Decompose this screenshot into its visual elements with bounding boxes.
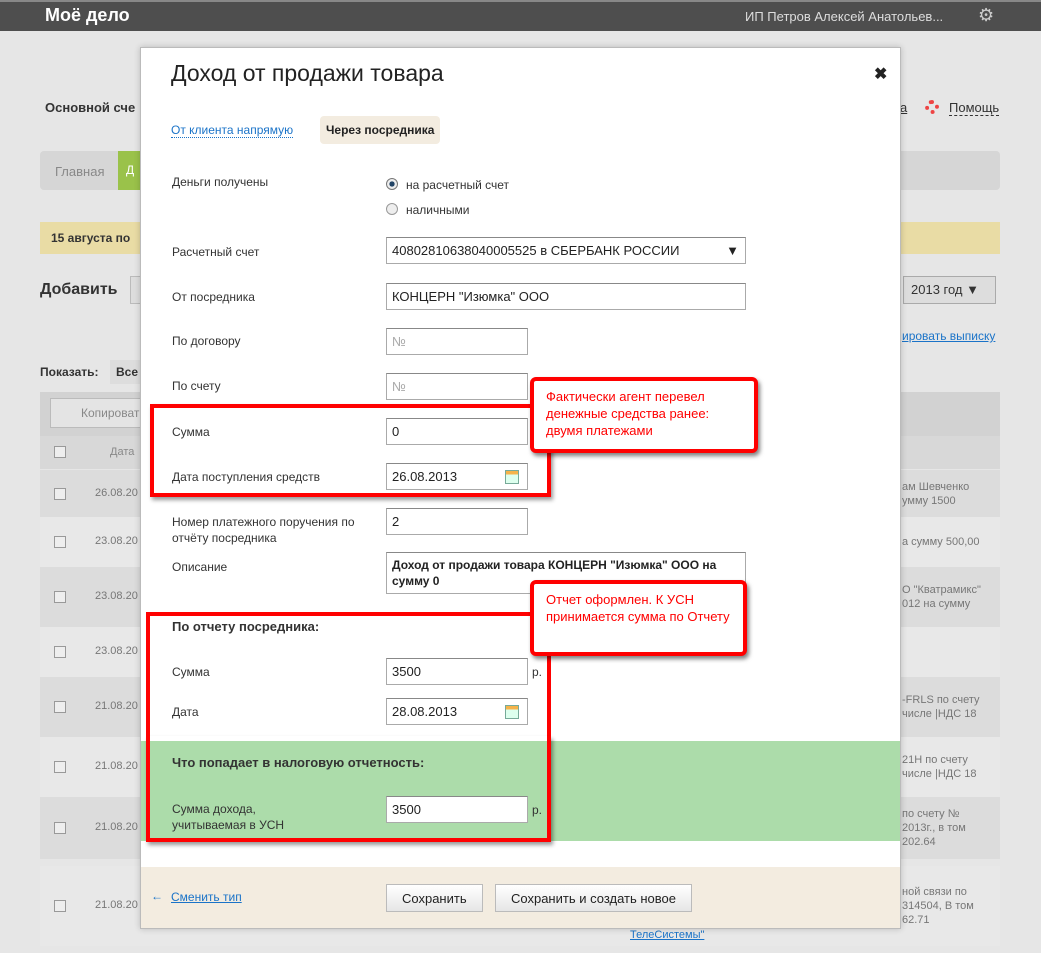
help-link[interactable]: Помощь (949, 100, 1000, 116)
chevron-down-icon: ▼ (726, 243, 739, 258)
row-description: 202.64 (902, 836, 936, 848)
top-bar: Моё дело ИП Петров Алексей Анатольев... … (0, 0, 1041, 31)
row-description: 314504, В том (902, 900, 974, 912)
desc-label: Описание (172, 560, 228, 574)
radio-cash[interactable] (386, 203, 398, 215)
row-checkbox[interactable] (54, 701, 66, 713)
row-checkbox[interactable] (54, 646, 66, 658)
account-select[interactable]: 40802810638040005525 в СБЕРБАНК РОССИИ ▼ (386, 237, 746, 264)
account-value: 40802810638040005525 в СБЕРБАНК РОССИИ (392, 243, 680, 258)
row-description: 012 на сумму (902, 598, 971, 610)
row-description: числе |НДС 18 (902, 708, 977, 720)
row-checkbox[interactable] (54, 536, 66, 548)
highlight-payment (150, 404, 551, 497)
row-description: числе |НДС 18 (902, 768, 977, 780)
partial-link[interactable]: а (900, 100, 907, 115)
save-and-new-button[interactable]: Сохранить и создать новое (495, 884, 692, 912)
nav-home[interactable]: Главная (55, 164, 104, 179)
show-filter[interactable]: Все (110, 360, 140, 384)
row-checkbox[interactable] (54, 761, 66, 773)
highlight-report (146, 612, 551, 740)
tab-agent[interactable]: Через посредника (320, 116, 441, 144)
callout-payments: Фактически агент перевел денежные средст… (530, 377, 758, 453)
row-date: 23.08.20 (95, 590, 138, 602)
save-button[interactable]: Сохранить (386, 884, 483, 912)
row-description: О "Кватрамикс" (902, 584, 981, 596)
invoice-label: По счету (172, 379, 221, 393)
invoice-input[interactable]: № (386, 373, 528, 400)
notice-text: 15 августа по (51, 231, 131, 245)
user-menu[interactable]: ИП Петров Алексей Анатольев... (745, 9, 943, 24)
order-label: Номер платежного поручения по отчёту пос… (172, 515, 355, 545)
row-description: по счету № (902, 808, 960, 820)
radio-account-label: на расчетный счет (406, 178, 510, 192)
row-description: -FRLS по счету (902, 694, 980, 706)
show-label: Показать: (40, 365, 99, 379)
copy-button-label: Копироват (81, 406, 140, 420)
row-checkbox[interactable] (54, 822, 66, 834)
money-received-label: Деньги получены (172, 175, 269, 189)
add-label: Добавить (40, 281, 118, 298)
row-date: 21.08.20 (95, 760, 138, 772)
export-link[interactable]: ировать выписку (902, 329, 995, 343)
select-all-checkbox[interactable] (54, 446, 66, 458)
gear-icon[interactable]: ⚙ (978, 5, 994, 26)
logo[interactable]: Моё дело (45, 5, 130, 26)
row-description: умму 1500 (902, 494, 956, 507)
row-date: 26.08.20 (95, 486, 138, 499)
row-date: 23.08.20 (95, 535, 138, 547)
order-input[interactable]: 2 (386, 508, 528, 535)
dialog-footer: ← Сменить тип Сохранить Сохранить и созд… (141, 867, 900, 928)
contract-input[interactable]: № (386, 328, 528, 355)
row-date: 21.08.20 (95, 821, 138, 833)
copy-button[interactable]: Копироват (50, 398, 150, 428)
account-label: Расчетный счет (172, 245, 260, 259)
account-title: Основной сче (45, 100, 136, 115)
col-date: Дата (110, 446, 135, 458)
row-description: ной связи по (902, 886, 967, 898)
callout-report: Отчет оформлен. К УСН принимается сумма … (530, 580, 747, 656)
row-date: 21.08.20 (95, 700, 138, 712)
close-icon[interactable]: ✖ (874, 64, 887, 84)
bottom-link[interactable]: ТелеСистемы" (630, 929, 704, 941)
agent-input[interactable]: КОНЦЕРН "Изюмка" ООО (386, 283, 746, 310)
dialog-title: Доход от продажи товара (171, 60, 444, 86)
change-type-link[interactable]: Сменить тип (171, 890, 242, 904)
row-checkbox[interactable] (54, 487, 66, 500)
contract-label: По договору (172, 334, 241, 348)
row-date: 23.08.20 (95, 645, 138, 657)
row-description: 21Н по счету (902, 754, 968, 766)
lifebuoy-icon (925, 100, 939, 114)
row-checkbox[interactable] (54, 900, 66, 912)
year-select[interactable]: 2013 год ▼ (903, 276, 996, 304)
agent-label: От посредника (172, 290, 255, 304)
row-checkbox[interactable] (54, 591, 66, 603)
row-description: 62.71 (902, 914, 930, 926)
year-value: 2013 год (911, 282, 963, 297)
radio-cash-label: наличными (406, 203, 470, 217)
row-description: а сумму 500,00 (902, 536, 980, 548)
highlight-tax (146, 736, 551, 842)
row-description: ам Шевченко (902, 480, 970, 493)
radio-account[interactable] (386, 178, 398, 190)
row-description: 2013г., в том (902, 822, 966, 834)
arrow-left-icon: ← (151, 889, 163, 903)
tab-direct[interactable]: От клиента напрямую (171, 123, 294, 138)
row-date: 21.08.20 (95, 899, 138, 911)
